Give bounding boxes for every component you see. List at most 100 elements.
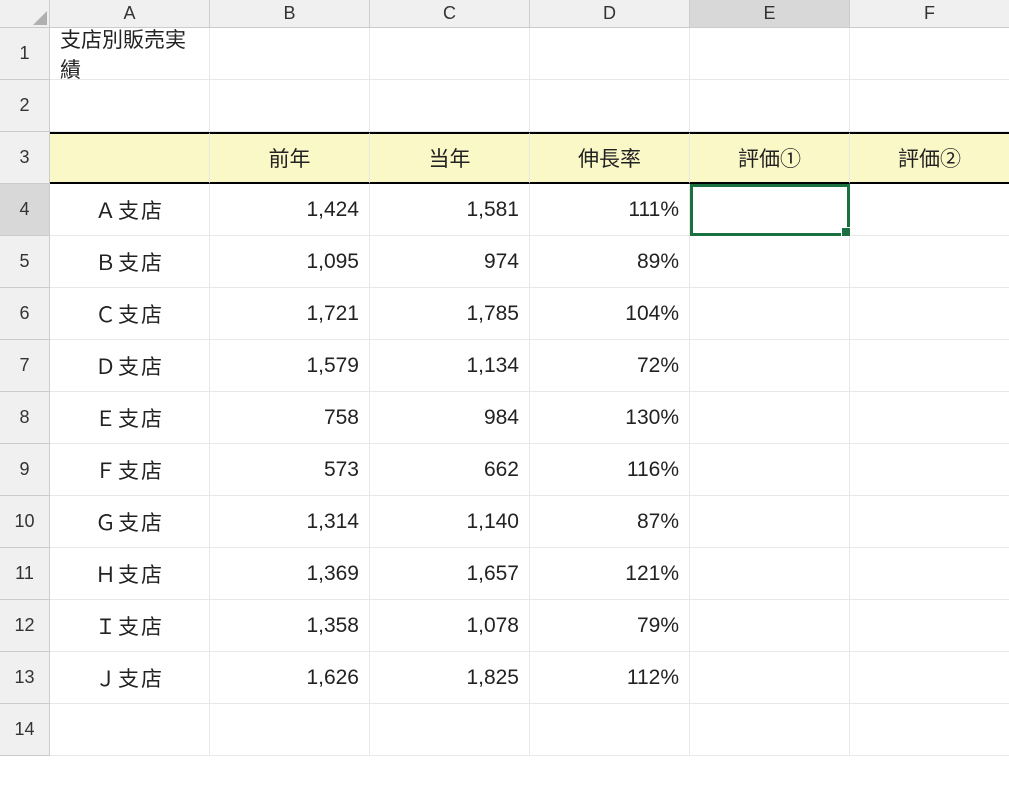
cell-E2[interactable] xyxy=(690,80,850,132)
cell-F1[interactable] xyxy=(850,28,1009,80)
cell-B1[interactable] xyxy=(210,28,370,80)
cell-F10[interactable] xyxy=(850,496,1009,548)
cell-D4[interactable]: 111% xyxy=(530,184,690,236)
cell-F14[interactable] xyxy=(850,704,1009,756)
cell-B13[interactable]: 1,626 xyxy=(210,652,370,704)
cell-A14[interactable] xyxy=(50,704,210,756)
cell-F6[interactable] xyxy=(850,288,1009,340)
cell-C13[interactable]: 1,825 xyxy=(370,652,530,704)
cell-F9[interactable] xyxy=(850,444,1009,496)
cell-F7[interactable] xyxy=(850,340,1009,392)
cell-E6[interactable] xyxy=(690,288,850,340)
cell-B2[interactable] xyxy=(210,80,370,132)
cell-C9[interactable]: 662 xyxy=(370,444,530,496)
cell-D10[interactable]: 87% xyxy=(530,496,690,548)
cell-B7[interactable]: 1,579 xyxy=(210,340,370,392)
cell-C14[interactable] xyxy=(370,704,530,756)
cell-E9[interactable] xyxy=(690,444,850,496)
cell-F11[interactable] xyxy=(850,548,1009,600)
cell-D14[interactable] xyxy=(530,704,690,756)
cell-E7[interactable] xyxy=(690,340,850,392)
cell-B8[interactable]: 758 xyxy=(210,392,370,444)
row-header-12[interactable]: 12 xyxy=(0,600,50,652)
cell-B5[interactable]: 1,095 xyxy=(210,236,370,288)
row-header-1[interactable]: 1 xyxy=(0,28,50,80)
cell-B14[interactable] xyxy=(210,704,370,756)
cell-F2[interactable] xyxy=(850,80,1009,132)
cell-F5[interactable] xyxy=(850,236,1009,288)
cell-A5[interactable]: Ｂ支店 xyxy=(50,236,210,288)
row-header-6[interactable]: 6 xyxy=(0,288,50,340)
cell-B12[interactable]: 1,358 xyxy=(210,600,370,652)
cell-E1[interactable] xyxy=(690,28,850,80)
row-header-8[interactable]: 8 xyxy=(0,392,50,444)
cell-A8[interactable]: Ｅ支店 xyxy=(50,392,210,444)
col-header-B[interactable]: B xyxy=(210,0,370,28)
row-header-4[interactable]: 4 xyxy=(0,184,50,236)
cell-A13[interactable]: Ｊ支店 xyxy=(50,652,210,704)
cell-E10[interactable] xyxy=(690,496,850,548)
cell-E4[interactable] xyxy=(690,184,850,236)
cell-E3[interactable]: 評価① xyxy=(690,132,850,184)
cell-E11[interactable] xyxy=(690,548,850,600)
cell-D12[interactable]: 79% xyxy=(530,600,690,652)
cell-E12[interactable] xyxy=(690,600,850,652)
cell-E5[interactable] xyxy=(690,236,850,288)
cell-C10[interactable]: 1,140 xyxy=(370,496,530,548)
cell-C5[interactable]: 974 xyxy=(370,236,530,288)
cell-E13[interactable] xyxy=(690,652,850,704)
cell-D2[interactable] xyxy=(530,80,690,132)
cell-C7[interactable]: 1,134 xyxy=(370,340,530,392)
row-header-9[interactable]: 9 xyxy=(0,444,50,496)
cell-F8[interactable] xyxy=(850,392,1009,444)
cell-A9[interactable]: Ｆ支店 xyxy=(50,444,210,496)
col-header-E[interactable]: E xyxy=(690,0,850,28)
select-all-corner[interactable] xyxy=(0,0,50,28)
col-header-C[interactable]: C xyxy=(370,0,530,28)
cell-B3[interactable]: 前年 xyxy=(210,132,370,184)
cell-F4[interactable] xyxy=(850,184,1009,236)
cell-A2[interactable] xyxy=(50,80,210,132)
cell-A11[interactable]: Ｈ支店 xyxy=(50,548,210,600)
cell-F3[interactable]: 評価② xyxy=(850,132,1009,184)
row-header-14[interactable]: 14 xyxy=(0,704,50,756)
cell-A7[interactable]: Ｄ支店 xyxy=(50,340,210,392)
cell-C12[interactable]: 1,078 xyxy=(370,600,530,652)
cell-B9[interactable]: 573 xyxy=(210,444,370,496)
col-header-F[interactable]: F xyxy=(850,0,1009,28)
row-header-2[interactable]: 2 xyxy=(0,80,50,132)
cell-E8[interactable] xyxy=(690,392,850,444)
cell-D5[interactable]: 89% xyxy=(530,236,690,288)
row-header-10[interactable]: 10 xyxy=(0,496,50,548)
cell-A6[interactable]: Ｃ支店 xyxy=(50,288,210,340)
cell-A4[interactable]: Ａ支店 xyxy=(50,184,210,236)
cell-B11[interactable]: 1,369 xyxy=(210,548,370,600)
cell-B6[interactable]: 1,721 xyxy=(210,288,370,340)
cell-F12[interactable] xyxy=(850,600,1009,652)
cell-C3[interactable]: 当年 xyxy=(370,132,530,184)
cell-B4[interactable]: 1,424 xyxy=(210,184,370,236)
col-header-D[interactable]: D xyxy=(530,0,690,28)
cell-D8[interactable]: 130% xyxy=(530,392,690,444)
row-header-3[interactable]: 3 xyxy=(0,132,50,184)
row-header-7[interactable]: 7 xyxy=(0,340,50,392)
cell-C4[interactable]: 1,581 xyxy=(370,184,530,236)
cell-C1[interactable] xyxy=(370,28,530,80)
cell-E14[interactable] xyxy=(690,704,850,756)
cell-D6[interactable]: 104% xyxy=(530,288,690,340)
row-header-11[interactable]: 11 xyxy=(0,548,50,600)
cell-F13[interactable] xyxy=(850,652,1009,704)
cell-D1[interactable] xyxy=(530,28,690,80)
cell-A12[interactable]: Ｉ支店 xyxy=(50,600,210,652)
cell-C11[interactable]: 1,657 xyxy=(370,548,530,600)
cell-D13[interactable]: 112% xyxy=(530,652,690,704)
cell-C2[interactable] xyxy=(370,80,530,132)
cell-C6[interactable]: 1,785 xyxy=(370,288,530,340)
row-header-13[interactable]: 13 xyxy=(0,652,50,704)
cell-D9[interactable]: 116% xyxy=(530,444,690,496)
cell-B10[interactable]: 1,314 xyxy=(210,496,370,548)
cell-D11[interactable]: 121% xyxy=(530,548,690,600)
row-header-5[interactable]: 5 xyxy=(0,236,50,288)
cell-A10[interactable]: Ｇ支店 xyxy=(50,496,210,548)
cell-D7[interactable]: 72% xyxy=(530,340,690,392)
